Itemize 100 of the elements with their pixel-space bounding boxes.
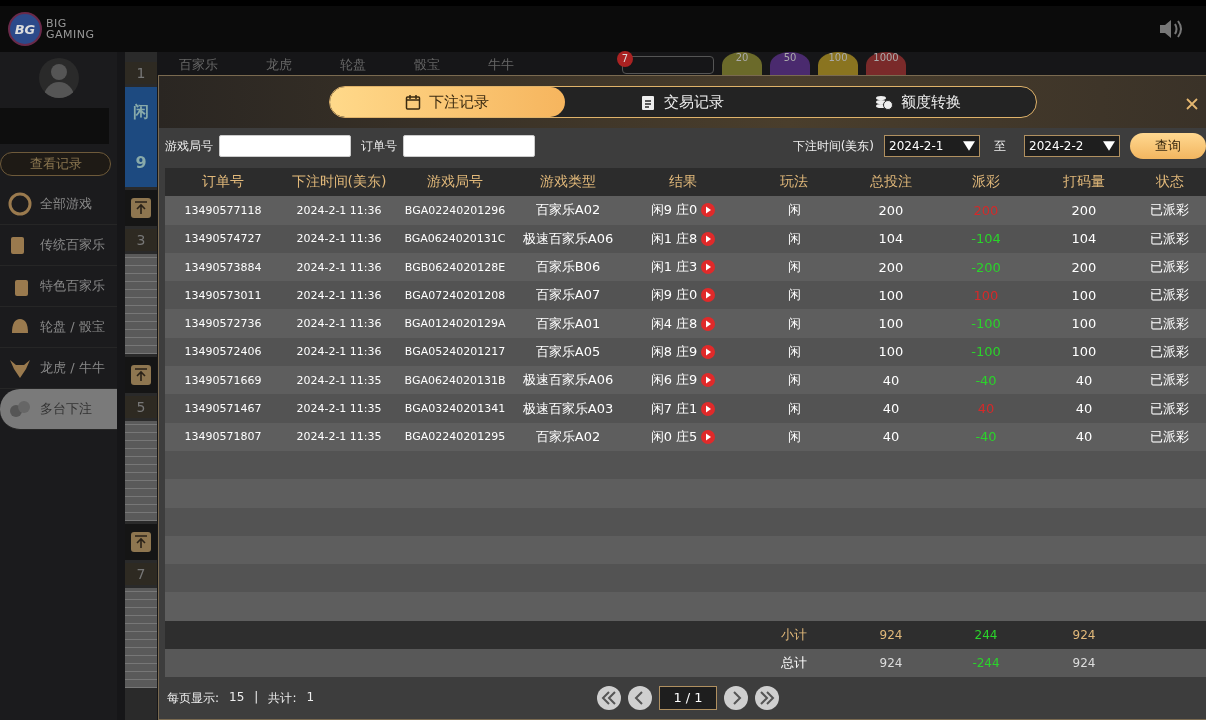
bet-type: 闲 <box>786 286 802 305</box>
close-icon[interactable] <box>1186 98 1198 110</box>
total-bet: 200 <box>877 259 905 275</box>
play-icon[interactable] <box>701 373 716 388</box>
payout: 200 <box>973 202 999 218</box>
bet-type: 闲 <box>786 371 802 390</box>
bet-type: 闲 <box>786 314 802 333</box>
bet-time: 2024-2-1 11:36 <box>295 232 383 246</box>
filter-label: 订单号 <box>361 137 397 155</box>
result: 闲9 庄0 <box>650 201 698 220</box>
play-icon[interactable] <box>701 288 716 303</box>
table-number: 3 <box>125 229 157 251</box>
column-header: 下注时间(美东) <box>290 173 388 192</box>
per-page-value: 15 <box>229 689 245 706</box>
play-icon[interactable] <box>701 231 716 246</box>
bet-type: 闲 <box>786 342 802 361</box>
pin-to-top-icon[interactable] <box>131 365 151 385</box>
table-number: 1 <box>125 62 157 84</box>
filter-label: 至 <box>994 137 1006 155</box>
payout: 100 <box>973 287 999 303</box>
bet-type: 闲 <box>786 258 802 277</box>
search-button[interactable]: 查询 <box>1130 133 1206 159</box>
category-tab[interactable]: 骰宝 <box>414 56 440 74</box>
order-input[interactable] <box>403 135 535 157</box>
pin-to-top-icon[interactable] <box>131 198 151 218</box>
round-number: BGA0624020131C <box>403 232 507 246</box>
total-label: 共计: <box>268 689 297 707</box>
result: 闲7 庄1 <box>650 399 698 418</box>
last-page-icon[interactable] <box>755 686 779 711</box>
tab[interactable]: 额度转换 <box>800 87 1036 117</box>
previous-page-icon[interactable] <box>628 686 652 711</box>
sidebar-item[interactable]: 特色百家乐 <box>0 266 117 307</box>
tab[interactable]: 交易记录 <box>564 87 801 117</box>
payout: 244 <box>973 627 999 642</box>
category-tab[interactable]: 百家乐 <box>179 56 218 74</box>
bet-type: 闲 <box>786 201 802 220</box>
page-indicator: 1 / 1 <box>659 686 717 711</box>
result-score: 9 <box>135 153 147 172</box>
category-tab[interactable]: 牛牛 <box>488 56 514 74</box>
sidebar-item[interactable]: 轮盘 / 骰宝 <box>0 307 117 348</box>
play-icon[interactable] <box>701 401 716 416</box>
order-number: 13490571467 <box>183 402 263 415</box>
payout: -100 <box>971 316 1001 332</box>
play-icon[interactable] <box>701 203 716 218</box>
bet-time: 2024-2-1 11:36 <box>295 288 383 302</box>
payout: 40 <box>977 401 995 416</box>
order-number: 13490571669 <box>183 373 263 387</box>
turnover: 924 <box>1071 656 1097 671</box>
column-header: 总投注 <box>869 173 913 192</box>
payout: -100 <box>971 344 1001 360</box>
round-number: BGA02240201295 <box>403 430 507 444</box>
chip[interactable]: 50 <box>770 52 810 78</box>
date-dropdown[interactable]: 2024-2-1 <box>884 135 980 157</box>
order-number: 13490577118 <box>183 203 263 217</box>
coins-icon <box>874 94 893 110</box>
result: 闲4 庄8 <box>650 314 698 333</box>
logo-badge: BG <box>8 12 42 46</box>
pin-to-top-icon[interactable] <box>131 532 151 552</box>
total-bet: 104 <box>877 231 905 247</box>
payout: -40 <box>975 372 997 388</box>
order-number: 13490571807 <box>183 430 263 444</box>
bet-time: 2024-2-1 11:36 <box>295 317 383 331</box>
column-header: 游戏局号 <box>426 173 484 192</box>
play-icon[interactable] <box>701 316 716 331</box>
status: 已派彩 <box>1149 258 1190 277</box>
status: 已派彩 <box>1149 427 1190 446</box>
game-type: 百家乐A02 <box>534 427 602 446</box>
game-type: 百家乐A05 <box>534 342 602 361</box>
history-button[interactable]: 查看记录 <box>0 152 111 176</box>
play-icon[interactable] <box>701 344 716 359</box>
game-type: 极速百家乐A03 <box>521 399 615 418</box>
calendar-icon <box>405 94 422 110</box>
column-header: 状态 <box>1154 173 1185 192</box>
play-icon[interactable] <box>701 429 716 444</box>
tab[interactable]: 下注记录 <box>329 87 565 117</box>
result: 闲1 庄3 <box>650 258 698 277</box>
category-tab[interactable]: 轮盘 <box>340 56 366 74</box>
column-header: 订单号 <box>201 173 245 192</box>
date-dropdown[interactable]: 2024-2-2 <box>1024 135 1120 157</box>
sidebar-item[interactable]: 多台下注 <box>0 389 117 430</box>
next-page-icon[interactable] <box>724 686 748 711</box>
total-bet: 40 <box>881 429 901 445</box>
speaker-icon[interactable] <box>1158 18 1184 40</box>
total-bet: 924 <box>878 627 904 642</box>
order-number: 13490574727 <box>183 232 263 246</box>
status: 已派彩 <box>1149 399 1190 418</box>
separator: | <box>254 689 259 706</box>
total-value: 1 <box>306 689 315 706</box>
round-number: BGA05240201217 <box>403 345 507 359</box>
sidebar-item[interactable]: 全部游戏 <box>0 184 117 225</box>
bet-type: 闲 <box>786 427 802 446</box>
round-input[interactable] <box>219 135 351 157</box>
sidebar-item[interactable]: 传统百家乐 <box>0 225 117 266</box>
category-tab[interactable]: 龙虎 <box>266 56 292 74</box>
round-number: BGA03240201341 <box>403 402 507 415</box>
first-page-icon[interactable] <box>597 686 621 711</box>
chip[interactable]: 1000 <box>866 52 906 78</box>
clipboard-icon <box>640 94 657 110</box>
total-bet: 100 <box>877 316 905 332</box>
play-icon[interactable] <box>701 260 716 275</box>
